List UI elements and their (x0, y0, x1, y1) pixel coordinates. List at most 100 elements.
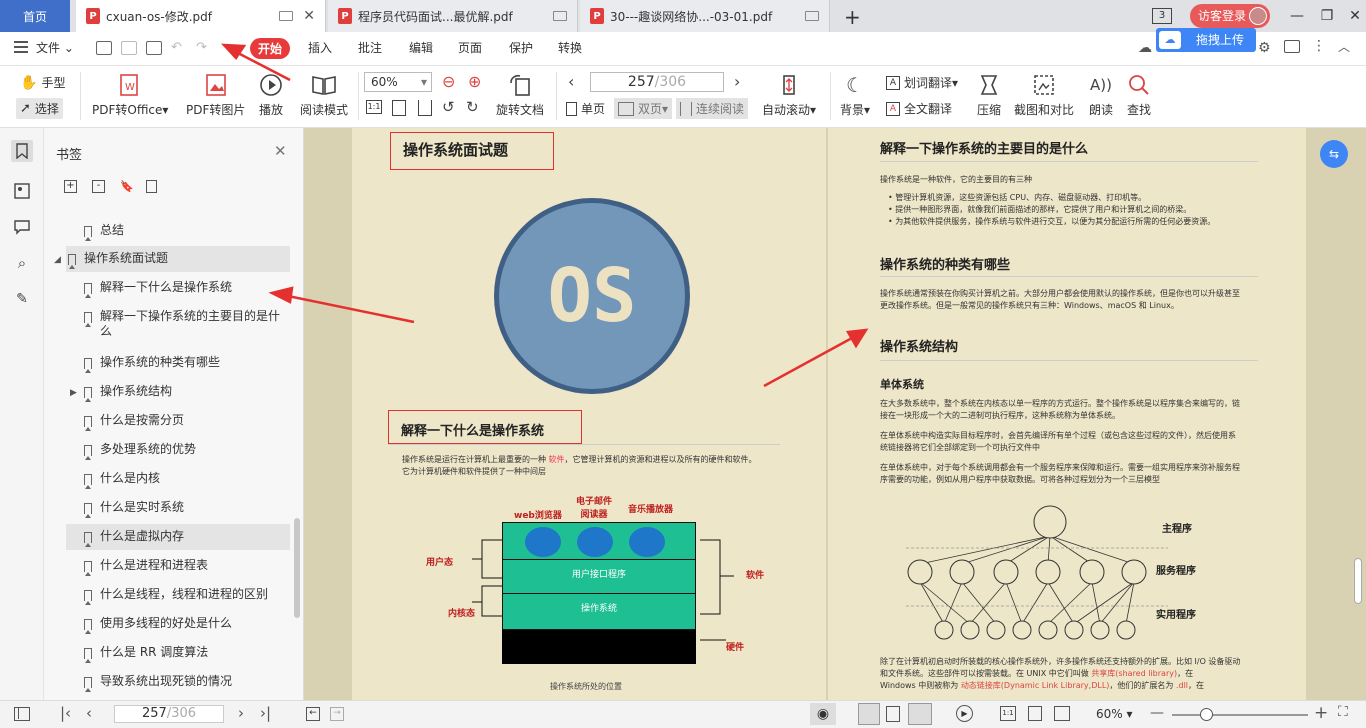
background-button[interactable]: ☾ 背景▾ (840, 72, 870, 118)
zoom-in-icon[interactable]: ⊕ (468, 72, 481, 91)
open-icon[interactable] (96, 41, 112, 55)
bookmark-item[interactable]: 什么是进程和进程表 (66, 553, 290, 579)
rotate-doc-button[interactable]: 旋转文档 (496, 72, 544, 118)
add-bookmark-icon[interactable]: 🔖 (120, 180, 134, 193)
bookmark-item[interactable]: 什么是实时系统 (66, 495, 290, 521)
toggle-sidebar-icon[interactable] (14, 707, 30, 721)
screenshot-compare-button[interactable]: 截图和对比 (1014, 72, 1074, 118)
thumbnail-icon[interactable] (11, 180, 33, 202)
doc-scrollbar[interactable] (1354, 558, 1362, 604)
close-tab-icon[interactable]: ✕ (303, 8, 315, 24)
play-button[interactable]: 播放 (258, 72, 284, 118)
collapse-ribbon-icon[interactable]: ︿ (1338, 38, 1350, 55)
bookmark-item[interactable]: 什么是虚拟内存 (66, 524, 290, 550)
pdf-to-image-button[interactable]: PDF转图片 (186, 72, 245, 118)
eye-protect-icon[interactable]: ◉ (810, 703, 836, 725)
redo-icon[interactable]: ↷ (196, 40, 207, 55)
full-translate-button[interactable]: A 全文翻译 (886, 100, 952, 117)
menu-page[interactable]: 页面 (458, 39, 482, 56)
float-window-icon[interactable] (553, 11, 567, 21)
word-translate-button[interactable]: A 划词翻译 ▾ (886, 74, 958, 91)
read-aloud-button[interactable]: A)) 朗读 (1088, 72, 1114, 118)
close-panel-icon[interactable]: ✕ (274, 142, 287, 160)
double-page-button[interactable]: 双页 ▾ (614, 98, 673, 119)
collapse-all-icon[interactable]: - (92, 180, 105, 193)
comment-icon[interactable] (1284, 40, 1300, 53)
find-button[interactable]: 查找 (1126, 72, 1152, 118)
zoom-select[interactable]: 60% ▾ (364, 72, 432, 92)
continuous-read-button[interactable]: 连续阅读 (676, 98, 749, 119)
menu-insert[interactable]: 插入 (308, 39, 332, 56)
rotate-left-icon[interactable]: ↺ (442, 98, 455, 116)
bookmark-item[interactable]: 解释一下什么是操作系统 (66, 275, 290, 301)
tab-doc-3[interactable]: P 30---趣谈网络协...-03-01.pdf (580, 0, 830, 32)
forward-icon[interactable]: → (330, 707, 344, 721)
bookmark-item[interactable]: 操作系统的种类有哪些 (66, 350, 290, 376)
fit-page-icon[interactable] (392, 100, 406, 116)
signature-icon[interactable]: ✎ (11, 288, 33, 310)
zoom-out-icon[interactable]: ⊖ (442, 72, 455, 91)
bookmark-item[interactable]: 什么是 RR 调度算法 (66, 640, 290, 666)
actual-size-icon[interactable]: 1:1 (366, 100, 382, 114)
back-icon[interactable]: ← (306, 707, 320, 721)
close-window-icon[interactable]: ✕ (1338, 0, 1366, 32)
bookmark-panel-icon[interactable] (11, 140, 33, 162)
panel-scrollbar[interactable] (294, 518, 300, 618)
expand-all-icon[interactable]: + (64, 180, 77, 193)
menu-annotate[interactable]: 批注 (358, 39, 382, 56)
bookmark-item[interactable]: 什么是线程，线程和进程的区别 (66, 582, 290, 608)
zoom-status-select[interactable]: 60% ▾ (1096, 707, 1133, 721)
float-window-icon[interactable] (805, 11, 819, 21)
menu-start[interactable]: 开始 (250, 38, 291, 59)
zoom-slider-handle[interactable] (1200, 708, 1213, 721)
minimize-icon[interactable]: — (1280, 0, 1314, 32)
auto-scroll-button[interactable]: 自动滚动▾ (762, 72, 816, 118)
tab-doc-active[interactable]: P cxuan-os-修改.pdf ✕ (76, 0, 326, 32)
bookmark-item[interactable]: 什么是内核 (66, 466, 290, 492)
menu-protect[interactable]: 保护 (509, 39, 533, 56)
prev-page-status-icon[interactable]: ‹ (86, 704, 92, 722)
read-mode-button[interactable]: 阅读模式 (300, 72, 348, 118)
drag-upload-button[interactable]: ☁ 拖拽上传 (1156, 28, 1256, 52)
comment-panel-icon[interactable] (11, 216, 33, 238)
first-page-icon[interactable]: |‹ (60, 704, 71, 722)
cloud-sync-icon[interactable]: ☁ (1138, 40, 1152, 56)
fit-page-status-icon[interactable] (1028, 706, 1042, 721)
save-icon[interactable] (121, 41, 137, 55)
bookmark-item[interactable]: 什么是按需分页 (66, 408, 290, 434)
hamburger-icon[interactable] (14, 41, 28, 53)
continuous-view-icon[interactable] (858, 703, 880, 725)
bookmark-item[interactable]: 使用多线程的好处是什么 (66, 611, 290, 637)
actual-size-status-icon[interactable]: 1:1 (1000, 706, 1016, 721)
print-icon[interactable] (146, 41, 162, 55)
select-tool[interactable]: ➚ 选择 (16, 98, 63, 119)
fullscreen-icon[interactable]: ⛶ (1338, 704, 1348, 720)
bookmark-outline-icon[interactable] (146, 180, 157, 193)
status-page-input[interactable]: 257/306 (114, 705, 224, 723)
menu-edit[interactable]: 编辑 (409, 39, 433, 56)
zoom-in-status-icon[interactable]: + (1314, 703, 1328, 723)
tab-count-badge[interactable]: 3 (1152, 8, 1172, 24)
zoom-slider[interactable] (1172, 714, 1308, 716)
single-view-icon[interactable] (886, 706, 900, 722)
pdf-to-office-button[interactable]: W PDF转Office▾ (92, 72, 168, 118)
next-page-icon[interactable]: › (734, 72, 740, 91)
next-page-status-icon[interactable]: › (238, 704, 244, 722)
single-page-button[interactable]: 单页 (566, 100, 605, 117)
bookmark-item[interactable]: 总结 (66, 218, 290, 244)
zoom-out-status-icon[interactable]: — (1150, 705, 1164, 721)
play-status-icon[interactable]: ▶ (956, 705, 973, 722)
new-tab-icon[interactable]: + (844, 5, 861, 29)
page-number-input[interactable]: 257/306 (590, 72, 724, 92)
bookmark-item[interactable]: ◢ 操作系统面试题 (54, 246, 290, 272)
tab-home[interactable]: 首页 (0, 0, 70, 32)
last-page-icon[interactable]: ›| (260, 704, 271, 722)
more-icon[interactable]: ⋮ (1312, 38, 1326, 54)
collapse-arrow-icon[interactable]: ◢ (54, 252, 61, 269)
fit-width-status-icon[interactable] (1054, 706, 1070, 721)
bookmark-item[interactable]: ▶ 操作系统结构 (66, 379, 290, 405)
rotate-right-icon[interactable]: ↻ (466, 98, 479, 116)
compress-button[interactable]: 压缩 (976, 72, 1002, 118)
bookmark-item[interactable]: 导致系统出现死锁的情况 (66, 669, 290, 695)
undo-icon[interactable]: ↶ (171, 40, 182, 55)
